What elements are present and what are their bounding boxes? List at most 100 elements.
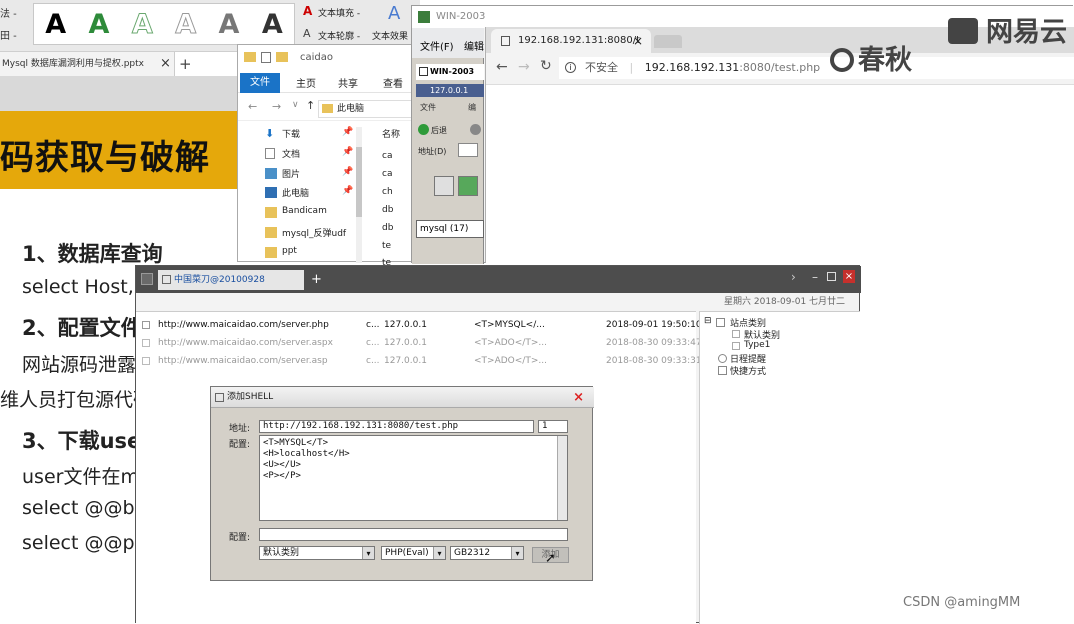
chopper-titlebar: 中国菜刀@20100928 + › – × bbox=[136, 266, 861, 293]
wordart-styles-gallery: A A A A A A bbox=[33, 3, 295, 45]
ribbon-side-item[interactable]: 法 - bbox=[0, 4, 17, 26]
sidebar-item-pictures[interactable]: 图片 bbox=[282, 167, 300, 180]
refresh-icon[interactable] bbox=[458, 176, 478, 196]
ribbon-side-item[interactable]: 田 - bbox=[0, 26, 17, 48]
shell-config: <T>ADO</T>... bbox=[474, 338, 547, 348]
close-tab-icon[interactable]: × bbox=[160, 52, 171, 76]
security-label[interactable]: 不安全 bbox=[585, 61, 618, 74]
explorer-tab-home[interactable]: 主页 bbox=[296, 75, 316, 90]
sidebar-item-documents[interactable]: 文档 bbox=[282, 147, 300, 160]
file-item[interactable]: ch bbox=[382, 187, 393, 197]
page-icon bbox=[501, 36, 510, 46]
text-fill-button[interactable]: 文本填充 - bbox=[318, 6, 360, 19]
tree-item-type1[interactable]: Type1 bbox=[744, 340, 770, 350]
table-row[interactable]: http://www.maicaidao.com/server.php c...… bbox=[140, 316, 702, 334]
shell-url: http://www.maicaidao.com/server.aspx bbox=[158, 338, 333, 348]
file-item[interactable]: db bbox=[382, 223, 393, 233]
file-item[interactable]: db bbox=[382, 205, 393, 215]
back-arrow-icon[interactable]: ← bbox=[248, 100, 257, 113]
table-row[interactable]: http://www.maicaidao.com/server.aspx c..… bbox=[140, 334, 702, 352]
minimize-icon[interactable]: – bbox=[812, 270, 818, 284]
shell-url: http://www.maicaidao.com/server.php bbox=[158, 320, 329, 330]
shell-password-input[interactable]: 1 bbox=[538, 420, 568, 433]
explorer-titlebar: caidao bbox=[238, 45, 416, 70]
ie-tab[interactable]: WIN-2003 bbox=[416, 64, 484, 80]
document-tab[interactable]: Mysql 数据库漏洞利用与提权.pptx bbox=[0, 52, 175, 76]
sidebar-item-ppt[interactable]: ppt bbox=[282, 246, 297, 256]
wordart-style-gray-outline[interactable]: A bbox=[175, 10, 197, 38]
tree-expander-icon[interactable]: ⊟ bbox=[704, 316, 712, 326]
config-scrollbar[interactable] bbox=[557, 436, 567, 520]
remark-input[interactable] bbox=[259, 528, 568, 541]
shell-ip: 127.0.0.1 bbox=[384, 338, 427, 348]
ie-list-item[interactable]: mysql (17) bbox=[416, 220, 484, 238]
explorer-tab-share[interactable]: 共享 bbox=[338, 75, 358, 90]
sidebar-item-this-pc[interactable]: 此电脑 bbox=[282, 186, 309, 199]
chopper-tab[interactable]: 中国菜刀@20100928 bbox=[158, 270, 304, 290]
shell-url-input[interactable]: http://192.168.192.131:8080/test.php bbox=[259, 420, 534, 433]
sidebar-item-downloads[interactable]: 下载 bbox=[282, 127, 300, 140]
close-icon[interactable]: × bbox=[573, 389, 584, 406]
file-item[interactable]: ca bbox=[382, 169, 392, 179]
tree-item-shortcuts[interactable]: 快捷方式 bbox=[730, 364, 766, 377]
back-icon[interactable] bbox=[418, 124, 429, 135]
reload-icon[interactable]: ↻ bbox=[540, 58, 552, 74]
shell-type: c... bbox=[366, 356, 380, 366]
chrome-tab[interactable]: 192.168.192.131:8080/t × bbox=[491, 29, 651, 53]
explorer-tab-file[interactable]: 文件 bbox=[240, 73, 280, 93]
ie-back-button[interactable]: 后退 bbox=[431, 125, 447, 136]
text-outline-button[interactable]: 文本轮廓 - bbox=[318, 29, 360, 42]
back-arrow-icon[interactable]: ← bbox=[496, 59, 508, 75]
new-tab-button[interactable] bbox=[654, 35, 682, 48]
chevron-down-icon[interactable]: ∨ bbox=[292, 100, 299, 110]
info-icon[interactable]: i bbox=[565, 62, 576, 73]
close-tab-icon[interactable]: × bbox=[633, 29, 643, 53]
scrollbar-thumb[interactable] bbox=[356, 147, 362, 217]
up-arrow-icon[interactable]: ↑ bbox=[306, 99, 315, 112]
slide-line: 维人员打包源代码 bbox=[0, 389, 153, 411]
wordart-style-green[interactable]: A bbox=[89, 11, 110, 38]
text-outline-icon: A bbox=[303, 27, 311, 40]
file-item[interactable]: te bbox=[382, 241, 391, 251]
wordart-style-green-outline[interactable]: A bbox=[131, 10, 153, 38]
sidebar-scrollbar[interactable] bbox=[356, 127, 362, 263]
explorer-tab-view[interactable]: 查看 bbox=[383, 75, 403, 90]
category-select[interactable]: 默认类别 bbox=[259, 546, 375, 560]
sidebar-item-bandicam[interactable]: Bandicam bbox=[282, 206, 327, 216]
forward-icon[interactable] bbox=[470, 124, 481, 135]
ie-menu-edit[interactable]: 编 bbox=[468, 102, 476, 113]
script-type-select[interactable]: PHP(Eval) bbox=[381, 546, 446, 560]
vm-menu-edit[interactable]: 编辑 bbox=[464, 38, 484, 53]
wordart-style-gray[interactable]: A bbox=[219, 11, 240, 38]
checkbox-icon[interactable] bbox=[261, 52, 271, 63]
encoding-select[interactable]: GB2312 bbox=[450, 546, 524, 560]
slide-line: 网站源码泄露 bbox=[22, 354, 137, 376]
address-bar[interactable]: i 不安全 | 192.168.192.131:8080/test.php bbox=[559, 57, 1074, 79]
column-header-name[interactable]: 名称 bbox=[382, 127, 400, 140]
slide-line: select Host,u bbox=[22, 276, 146, 298]
text-effect-button[interactable]: 文本效果 bbox=[372, 29, 408, 42]
chevron-right-icon[interactable]: › bbox=[791, 270, 796, 284]
sidebar-item-mysql-udf[interactable]: mysql_反弹udf bbox=[282, 226, 346, 239]
close-icon[interactable]: × bbox=[843, 270, 855, 283]
ie-menu-file[interactable]: 文件 bbox=[420, 102, 436, 113]
forward-arrow-icon[interactable]: → bbox=[518, 59, 530, 75]
download-icon: ⬇ bbox=[265, 127, 275, 140]
config-textarea[interactable]: <T>MYSQL</T> <H>localhost</H> <U></U> <P… bbox=[259, 435, 568, 521]
folder-icon bbox=[732, 330, 740, 338]
url-host: 192.168.192.131 bbox=[644, 61, 740, 74]
wordart-style-dark[interactable]: A bbox=[262, 11, 283, 38]
vm-menu-file[interactable]: 文件(F) bbox=[420, 38, 454, 53]
breadcrumb[interactable]: 此电脑 bbox=[337, 104, 364, 114]
mouse-cursor-icon: ➚ bbox=[545, 551, 556, 566]
explorer-address-bar[interactable]: 此电脑 bbox=[318, 100, 418, 118]
new-tab-button[interactable]: + bbox=[179, 52, 192, 76]
home-icon[interactable] bbox=[434, 176, 454, 196]
forward-arrow-icon[interactable]: → bbox=[272, 100, 281, 113]
wordart-style-black[interactable]: A bbox=[45, 11, 66, 38]
ie-address-input[interactable] bbox=[458, 143, 478, 157]
new-tab-button[interactable]: + bbox=[311, 270, 322, 290]
file-item[interactable]: ca bbox=[382, 151, 392, 161]
table-row[interactable]: http://www.maicaidao.com/server.asp c...… bbox=[140, 352, 702, 370]
maximize-icon[interactable] bbox=[827, 272, 836, 281]
